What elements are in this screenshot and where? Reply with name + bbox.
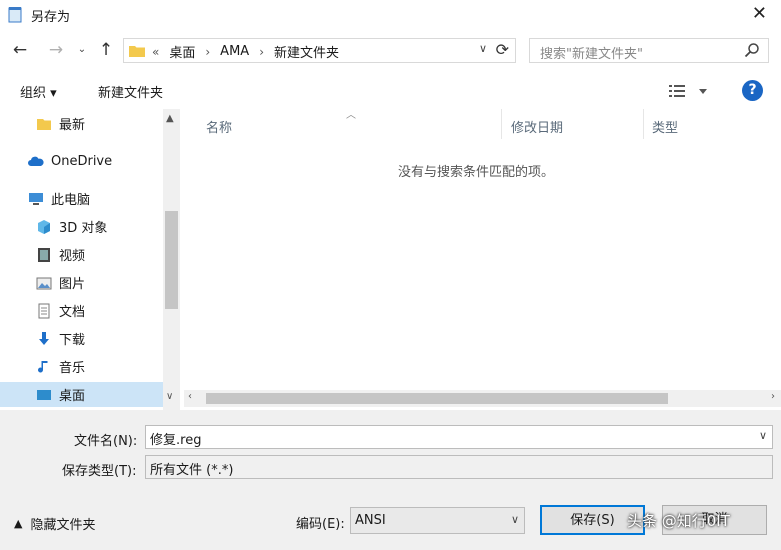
computer-icon <box>29 192 43 205</box>
navigation-bar: ← → ⌄ ↑ « 桌面 › AMA › 新建文件夹 ∨ ⟳ 搜索"新建文件夹" <box>0 30 781 72</box>
new-folder-button[interactable]: 新建文件夹 <box>98 82 163 101</box>
sidebar-item-label: 文档 <box>59 305 86 320</box>
window-title: 另存为 <box>31 10 71 25</box>
navigation-scrollbar[interactable]: ▲ ∨ <box>163 109 180 410</box>
search-icon[interactable] <box>744 42 760 58</box>
scroll-up-icon[interactable]: ▲ <box>166 113 174 124</box>
scrollbar-thumb[interactable] <box>206 393 668 404</box>
recent-locations-button[interactable]: ⌄ <box>72 38 92 62</box>
breadcrumb-separator[interactable]: › <box>259 45 264 59</box>
scroll-left-icon[interactable]: ‹ <box>188 391 192 402</box>
breadcrumb-new-folder[interactable]: 新建文件夹 <box>274 42 339 61</box>
video-icon <box>38 247 50 262</box>
sidebar-item-pictures[interactable]: 图片 <box>36 270 85 295</box>
sidebar-item-documents[interactable]: 文档 <box>36 298 85 323</box>
sidebar-item-label: 最新 <box>59 118 86 133</box>
document-icon <box>38 303 50 318</box>
column-header-date-modified[interactable]: 修改日期 <box>511 117 563 136</box>
sidebar-item-label: 图片 <box>59 277 86 292</box>
sidebar-item-label: 3D 对象 <box>59 221 108 236</box>
sidebar-item-label: 桌面 <box>59 389 86 404</box>
sort-ascending-icon: ︿ <box>346 110 356 121</box>
breadcrumb-overflow[interactable]: « <box>152 45 159 59</box>
sidebar-item-3d-objects[interactable]: 3D 对象 <box>36 214 107 239</box>
breadcrumb-separator[interactable]: › <box>205 45 210 59</box>
scrollbar-thumb[interactable] <box>165 211 178 309</box>
file-type-label: 保存类型(T): <box>62 464 137 479</box>
help-button[interactable]: ? <box>742 80 763 101</box>
breadcrumb: « 桌面 › AMA › 新建文件夹 <box>152 42 339 61</box>
search-box[interactable]: 搜索"新建文件夹" <box>529 38 769 63</box>
close-button[interactable]: ✕ <box>752 3 767 24</box>
picture-icon <box>36 277 52 289</box>
encoding-label: 编码(E): <box>296 517 345 532</box>
desktop-icon <box>37 389 51 400</box>
chevron-down-icon[interactable]: ∨ <box>759 429 767 442</box>
column-divider[interactable] <box>501 109 502 139</box>
refresh-button[interactable]: ⟳ <box>496 40 509 59</box>
sidebar-item-label: 此电脑 <box>51 193 91 208</box>
folder-icon <box>129 46 145 57</box>
organize-menu[interactable]: 组织 ▾ <box>20 82 57 101</box>
music-icon <box>38 360 48 372</box>
scroll-down-icon[interactable]: ∨ <box>166 391 173 402</box>
cube-icon <box>38 219 50 234</box>
view-options-icon[interactable] <box>667 81 711 101</box>
hide-folders-label: 隐藏文件夹 <box>30 518 96 533</box>
breadcrumb-desktop[interactable]: 桌面 <box>169 42 195 61</box>
sidebar-item-downloads[interactable]: 下载 <box>36 326 85 351</box>
filename-label: 文件名(N): <box>74 434 138 449</box>
encoding-value[interactable]: ANSI <box>355 513 386 528</box>
sidebar-item-label: 视频 <box>59 249 86 264</box>
sidebar-item-label: 音乐 <box>59 361 86 376</box>
search-input[interactable]: 搜索"新建文件夹" <box>540 43 643 62</box>
file-type-select[interactable]: 所有文件 (*.*) <box>145 455 773 479</box>
column-header-type[interactable]: 类型 <box>652 117 678 136</box>
sidebar-item-this-pc[interactable]: 此电脑 <box>28 186 90 211</box>
breadcrumb-ama[interactable]: AMA <box>220 44 249 59</box>
back-button[interactable]: ← <box>10 38 30 62</box>
file-list: ︿ 名称 修改日期 类型 没有与搜索条件匹配的项。 <box>180 109 781 390</box>
sidebar-item-label: 下载 <box>59 333 86 348</box>
sidebar-item-onedrive[interactable]: OneDrive <box>28 149 112 174</box>
sidebar-item-desktop[interactable]: 桌面 <box>0 382 163 407</box>
column-divider[interactable] <box>643 109 644 139</box>
chevron-down-icon[interactable]: ∨ <box>479 42 487 55</box>
chevron-down-icon[interactable]: ∨ <box>511 513 519 526</box>
scroll-right-icon[interactable]: › <box>771 391 775 402</box>
sidebar-item-recent[interactable]: 最新 <box>36 111 85 136</box>
sidebar-item-label: OneDrive <box>51 154 113 169</box>
watermark: 头条 @知行0IT <box>627 512 730 530</box>
cloud-icon <box>28 156 44 166</box>
horizontal-scrollbar[interactable]: ‹ › <box>184 390 781 407</box>
hide-folders-toggle[interactable]: ▲ 隐藏文件夹 <box>14 514 95 533</box>
empty-message: 没有与搜索条件匹配的项。 <box>398 165 555 180</box>
notepad-icon <box>8 7 22 23</box>
file-type-value[interactable]: 所有文件 (*.*) <box>150 459 233 478</box>
sidebar-item-videos[interactable]: 视频 <box>36 242 85 267</box>
folder-icon <box>37 118 51 130</box>
sidebar-item-music[interactable]: 音乐 <box>36 354 85 379</box>
chevron-up-icon: ▲ <box>14 517 23 530</box>
title-bar: 另存为 ✕ <box>0 0 781 30</box>
navigation-pane: 最新 OneDrive 此电脑 3D 对象 视频 图片 文档 下载 音乐 桌面 <box>0 109 180 410</box>
up-button[interactable]: ↑ <box>96 38 116 62</box>
encoding-select[interactable]: ANSI ∨ <box>350 507 525 534</box>
download-icon <box>39 331 49 345</box>
filename-field[interactable]: 修复.reg ∨ <box>145 425 773 449</box>
command-bar: 组织 ▾ 新建文件夹 ? <box>0 72 781 109</box>
column-header-name[interactable]: 名称 <box>206 117 232 136</box>
forward-button[interactable]: → <box>46 38 66 62</box>
address-bar[interactable]: « 桌面 › AMA › 新建文件夹 ∨ ⟳ <box>123 38 516 63</box>
filename-value[interactable]: 修复.reg <box>150 429 201 448</box>
